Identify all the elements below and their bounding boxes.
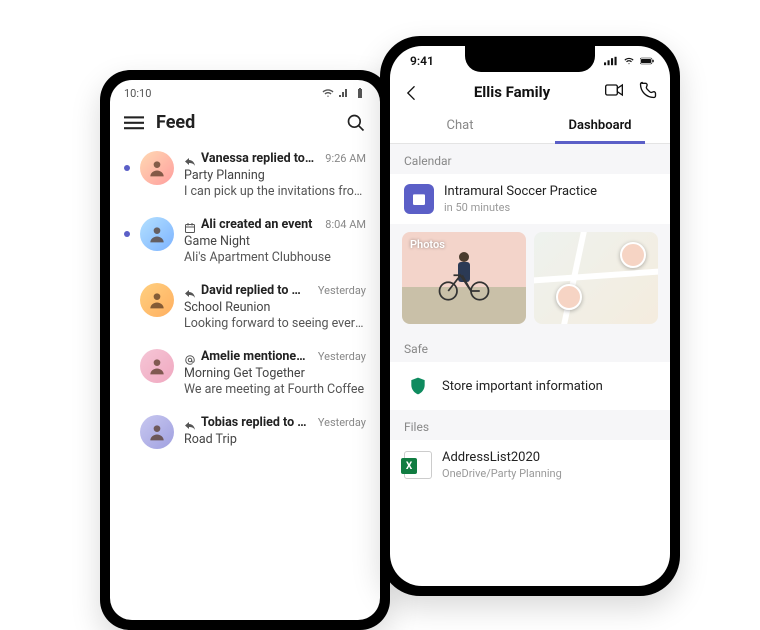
feed-timestamp: 9:26 AM — [319, 152, 366, 165]
battery-icon — [640, 56, 654, 66]
file-location: OneDrive/Party Planning — [442, 467, 562, 480]
status-time: 9:41 — [410, 54, 434, 68]
safe-text: Store important information — [442, 379, 603, 394]
calendar-icon — [404, 184, 434, 214]
calendar-event-title: Intramural Soccer Practice — [444, 184, 597, 199]
excel-file-icon: X — [404, 451, 432, 479]
feed-header: Feed — [110, 106, 380, 143]
photo-bike-graphic — [436, 266, 492, 306]
chat-header: Ellis Family — [390, 76, 670, 110]
status-bar: 10:10 — [110, 80, 380, 106]
feed-title: Feed — [156, 112, 334, 133]
wifi-icon — [622, 56, 636, 66]
feed-item[interactable]: Ali created an event 8:04 AM Game Night … — [118, 209, 372, 275]
signal-icon — [604, 56, 618, 66]
status-time: 10:10 — [124, 87, 151, 100]
avatar — [140, 415, 174, 449]
reply-icon — [184, 153, 196, 165]
back-button[interactable] — [402, 83, 420, 101]
feed-headline: David replied to you — [201, 283, 307, 298]
feed-preview: I can pick up the invitations from print… — [184, 184, 366, 199]
android-phone-frame: 10:10 Feed — [100, 70, 390, 630]
feed-timestamp: 8:04 AM — [319, 218, 366, 231]
avatar — [140, 217, 174, 251]
battery-icon — [354, 87, 366, 99]
video-call-button[interactable] — [604, 80, 624, 104]
calendar-event-time: in 50 minutes — [444, 201, 597, 214]
feed-headline: Amelie mentioned you — [201, 349, 307, 364]
feed-item[interactable]: Amelie mentioned you Yesterday Morning G… — [118, 341, 372, 407]
section-label-safe: Safe — [390, 332, 670, 362]
calendar-event[interactable]: Intramural Soccer Practice in 50 minutes — [390, 174, 670, 224]
status-system-icons — [322, 87, 366, 99]
feed-subject: Road Trip — [184, 432, 366, 447]
location-tile[interactable] — [534, 232, 658, 324]
menu-icon[interactable] — [124, 113, 144, 133]
tab-dashboard[interactable]: Dashboard — [530, 110, 670, 143]
feed-subject: Party Planning — [184, 168, 366, 183]
avatar — [140, 349, 174, 383]
tab-chat[interactable]: Chat — [390, 110, 530, 143]
dashboard: Calendar Intramural Soccer Practice in 5… — [390, 144, 670, 490]
feed-headline: Vanessa replied to you — [201, 151, 314, 166]
feed-timestamp: Yesterday — [312, 284, 366, 297]
section-label-calendar: Calendar — [390, 144, 670, 174]
photos-tile[interactable]: Photos — [402, 232, 526, 324]
map-avatar-pin — [556, 284, 582, 310]
feed-preview: Looking forward to seeing everyone — [184, 316, 366, 331]
android-screen: 10:10 Feed — [110, 80, 380, 620]
section-label-files: Files — [390, 410, 670, 440]
avatar — [140, 283, 174, 317]
file-card[interactable]: X AddressList2020 OneDrive/Party Plannin… — [390, 440, 670, 490]
feed-item[interactable]: Vanessa replied to you 9:26 AM Party Pla… — [118, 143, 372, 209]
feed-item[interactable]: David replied to you Yesterday School Re… — [118, 275, 372, 341]
feed-subject: School Reunion — [184, 300, 366, 315]
signal-icon — [338, 87, 350, 99]
feed-timestamp: Yesterday — [312, 416, 366, 429]
feed-timestamp: Yesterday — [312, 350, 366, 363]
tab-bar: Chat Dashboard — [390, 110, 670, 144]
feed-item[interactable]: Tobias replied to you Yesterday Road Tri… — [118, 407, 372, 459]
feed-headline: Tobias replied to you — [201, 415, 307, 430]
reply-icon — [184, 417, 196, 429]
unread-dot — [124, 231, 130, 237]
audio-call-button[interactable] — [638, 80, 658, 104]
feed-preview: We are meeting at Fourth Coffee — [184, 382, 366, 397]
iphone-screen: 9:41 Ellis Family — [390, 46, 670, 586]
chat-title: Ellis Family — [428, 83, 596, 101]
map-avatar-pin — [620, 242, 646, 268]
feed-preview: Ali's Apartment Clubhouse — [184, 250, 366, 265]
status-system-icons — [604, 56, 654, 66]
file-name: AddressList2020 — [442, 450, 562, 465]
feed-subject: Game Night — [184, 234, 366, 249]
wifi-icon — [322, 87, 334, 99]
avatar — [140, 151, 174, 185]
event-icon — [184, 219, 196, 231]
mention-icon — [184, 351, 196, 363]
activity-feed: Vanessa replied to you 9:26 AM Party Pla… — [110, 143, 380, 459]
unread-dot — [124, 165, 130, 171]
notch — [465, 46, 595, 72]
iphone-frame: 9:41 Ellis Family — [380, 36, 680, 596]
reply-icon — [184, 285, 196, 297]
photos-tile-label: Photos — [410, 238, 445, 251]
feed-headline: Ali created an event — [201, 217, 314, 232]
search-icon[interactable] — [346, 113, 366, 133]
feed-subject: Morning Get Together — [184, 366, 366, 381]
safe-card[interactable]: Store important information — [390, 362, 670, 410]
shield-icon — [404, 372, 432, 400]
